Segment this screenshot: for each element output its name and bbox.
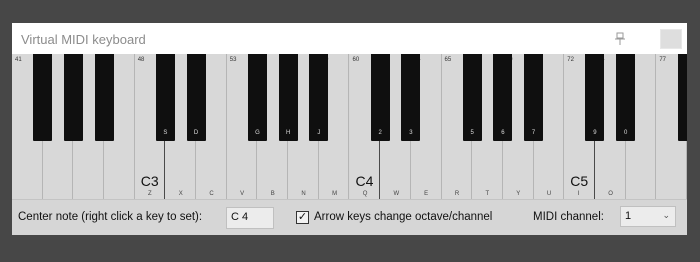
center-note-label: Center note (right click a key to set): bbox=[18, 211, 203, 223]
black-key[interactable]: D bbox=[186, 54, 206, 141]
black-key[interactable]: G bbox=[247, 54, 267, 141]
key-shortcut-label: 3 bbox=[409, 130, 413, 136]
key-number: 72 bbox=[567, 57, 574, 63]
black-key[interactable]: H bbox=[278, 54, 298, 141]
key-shortcut-label: O bbox=[608, 191, 613, 197]
key-shortcut-label: X bbox=[178, 191, 183, 197]
key-number: 53 bbox=[229, 57, 237, 63]
black-key[interactable] bbox=[33, 54, 53, 141]
key-shortcut-label: I bbox=[577, 191, 580, 197]
key-shortcut-label: H bbox=[285, 130, 291, 136]
status-bar: Center note (right click a key to set): … bbox=[12, 199, 687, 235]
key-shortcut-label: C bbox=[209, 191, 214, 197]
midi-channel-label: MIDI channel: bbox=[533, 211, 604, 223]
key-shortcut-label: D bbox=[193, 130, 199, 136]
key-shortcut-label: E bbox=[424, 191, 429, 197]
octave-label: C3 bbox=[140, 173, 159, 189]
key-shortcut-label: Q bbox=[362, 191, 368, 197]
key-shortcut-label: 0 bbox=[623, 130, 628, 136]
black-key[interactable]: J bbox=[309, 54, 329, 141]
key-number: 65 bbox=[444, 57, 452, 63]
window-title: Virtual MIDI keyboard bbox=[21, 32, 146, 47]
arrow-keys-label: Arrow keys change octave/channel bbox=[314, 211, 493, 223]
key-shortcut-label: N bbox=[301, 191, 306, 197]
title-bar: Virtual MIDI keyboard bbox=[12, 23, 687, 54]
key-shortcut-label: 5 bbox=[470, 130, 474, 136]
key-number: 77 bbox=[659, 57, 666, 63]
black-key[interactable] bbox=[63, 54, 83, 141]
key-number: 60 bbox=[352, 57, 360, 63]
key-number: 48 bbox=[137, 57, 145, 63]
black-key[interactable]: 6 bbox=[493, 54, 513, 141]
arrow-keys-checkbox[interactable]: ✓ bbox=[296, 211, 309, 224]
key-shortcut-label: V bbox=[240, 191, 245, 197]
key-shortcut-label: U bbox=[546, 191, 552, 197]
piano-keyboard: 4143454748ZC350X52C53V55B57N59M60QC462W6… bbox=[12, 54, 687, 199]
key-shortcut-label: M bbox=[332, 191, 338, 197]
black-key[interactable]: 3 bbox=[401, 54, 421, 141]
center-note-field[interactable]: C 4 bbox=[226, 207, 274, 229]
black-key[interactable]: 5 bbox=[462, 54, 482, 141]
key-shortcut-label: 2 bbox=[378, 130, 382, 136]
key-shortcut-label: 9 bbox=[593, 130, 597, 136]
black-key[interactable]: 0 bbox=[616, 54, 636, 141]
black-key[interactable]: 2 bbox=[370, 54, 390, 141]
key-shortcut-label: Y bbox=[516, 191, 521, 197]
black-key[interactable]: S bbox=[155, 54, 175, 141]
key-shortcut-label: S bbox=[163, 130, 168, 136]
key-shortcut-label: G bbox=[255, 130, 260, 136]
key-shortcut-label: W bbox=[393, 191, 400, 197]
key-shortcut-label: 6 bbox=[501, 130, 505, 136]
key-shortcut-label: J bbox=[317, 130, 321, 136]
key-shortcut-label: T bbox=[485, 191, 490, 197]
black-key[interactable]: 7 bbox=[524, 54, 544, 141]
octave-label: C4 bbox=[355, 173, 374, 189]
chevron-down-icon: ⌄ bbox=[662, 210, 670, 220]
black-key[interactable]: 9 bbox=[585, 54, 605, 141]
virtual-midi-keyboard-window: Virtual MIDI keyboard 4143454748ZC350X52… bbox=[12, 23, 687, 235]
key-shortcut-label: B bbox=[270, 191, 275, 197]
midi-channel-select[interactable]: 1 ⌄ bbox=[620, 206, 676, 227]
key-shortcut-label: 7 bbox=[531, 130, 536, 136]
midi-channel-value: 1 bbox=[625, 210, 632, 222]
black-key[interactable] bbox=[94, 54, 114, 141]
pin-icon[interactable] bbox=[612, 31, 628, 47]
close-icon[interactable] bbox=[660, 29, 682, 49]
key-shortcut-label: R bbox=[454, 191, 460, 197]
black-key[interactable] bbox=[677, 54, 687, 141]
key-number: 41 bbox=[15, 57, 22, 63]
octave-label: C5 bbox=[570, 173, 589, 189]
key-shortcut-label: Z bbox=[148, 191, 152, 197]
